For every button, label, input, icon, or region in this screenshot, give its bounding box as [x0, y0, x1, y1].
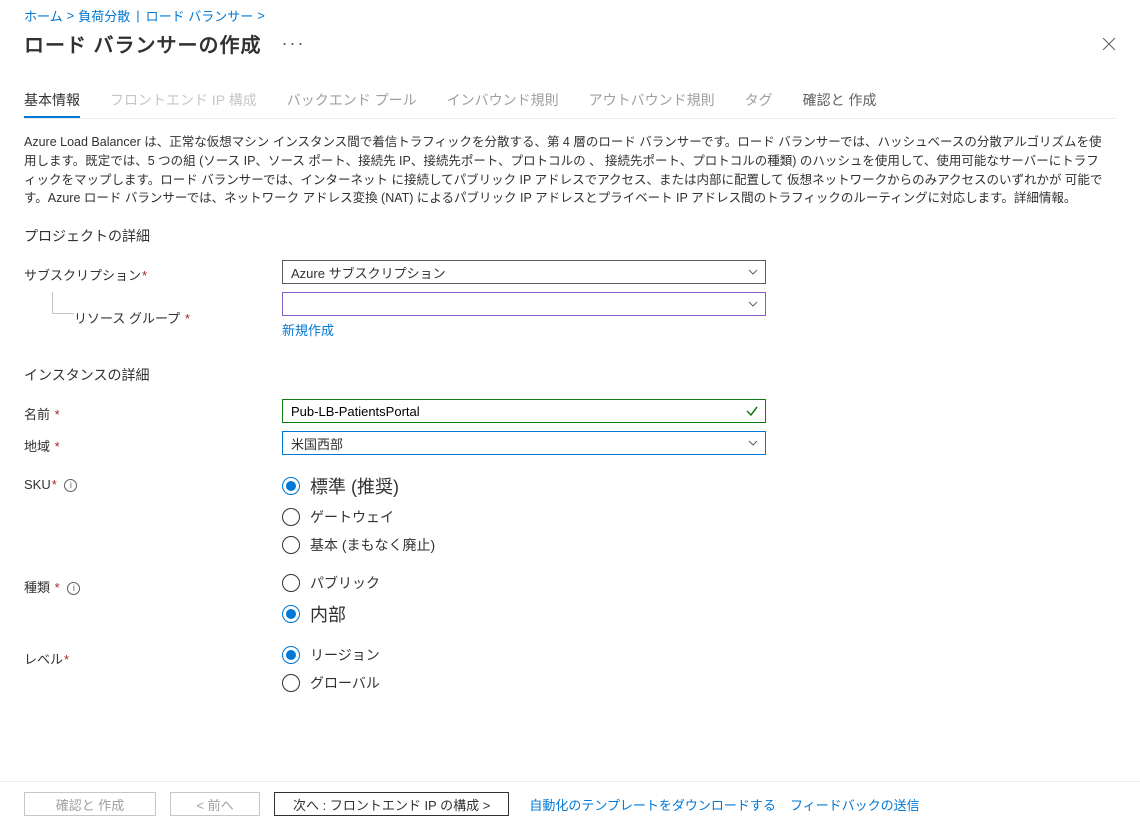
label-tier: レベル* — [24, 645, 282, 668]
tree-connector-icon — [52, 292, 74, 314]
label-region: 地域 * — [24, 432, 282, 455]
chevron-down-icon — [747, 266, 759, 278]
previous-button[interactable]: < 前へ — [170, 792, 260, 816]
label-resource-group: リソース グループ * — [24, 304, 282, 327]
type-option-public[interactable]: パブリック — [282, 573, 766, 593]
sku-option-gateway[interactable]: ゲートウェイ — [282, 507, 766, 527]
page-title: ロード バランサーの作成 — [24, 29, 262, 58]
label-type: 種類 * i — [24, 573, 282, 596]
breadcrumb: ホーム > 負荷分散 | ロード バランサー > — [24, 6, 1116, 25]
next-button[interactable]: 次へ : フロントエンド IP の構成 > — [274, 792, 509, 816]
info-icon[interactable]: i — [64, 479, 77, 492]
sku-radio-group: 標準 (推奨) ゲートウェイ 基本 (まもなく廃止) — [282, 473, 766, 555]
wizard-footer: 確認と 作成 < 前へ 次へ : フロントエンド IP の構成 > 自動化のテン… — [0, 781, 1140, 826]
close-button[interactable] — [1102, 37, 1116, 51]
description-text: Azure Load Balancer は、正常な仮想マシン インスタンス間で着… — [24, 133, 1104, 208]
download-template-link[interactable]: 自動化のテンプレートをダウンロードする — [529, 795, 776, 814]
more-actions-button[interactable]: ··· — [282, 33, 306, 54]
sku-option-basic[interactable]: 基本 (まもなく廃止) — [282, 535, 766, 555]
create-new-resource-group-link[interactable]: 新規作成 — [282, 323, 334, 338]
wizard-tabs: 基本情報 フロントエンド IP 構成 バックエンド プール インバウンド規則 ア… — [24, 84, 1116, 119]
breadcrumb-home[interactable]: ホーム — [24, 6, 63, 25]
type-option-internal[interactable]: 内部 — [282, 601, 766, 627]
name-input-wrapper — [282, 399, 766, 423]
tab-tags[interactable]: タグ — [745, 84, 773, 118]
breadcrumb-load-balancing[interactable]: 負荷分散 — [78, 6, 130, 25]
chevron-right-icon: > — [257, 8, 265, 23]
info-icon[interactable]: i — [67, 582, 80, 595]
chevron-down-icon — [747, 298, 759, 310]
check-icon — [745, 404, 759, 418]
type-radio-group: パブリック 内部 — [282, 573, 766, 627]
tab-backend-pools[interactable]: バックエンド プール — [287, 84, 417, 118]
chevron-right-icon: > — [67, 8, 75, 23]
tab-outbound-rules[interactable]: アウトバウンド規則 — [589, 84, 715, 118]
chevron-down-icon — [747, 437, 759, 449]
tier-option-global[interactable]: グローバル — [282, 673, 766, 693]
tab-frontend-ip[interactable]: フロントエンド IP 構成 — [110, 84, 257, 118]
tab-review-create[interactable]: 確認と 作成 — [803, 84, 877, 118]
section-instance-details: インスタンスの詳細 — [24, 365, 1116, 385]
separator-bar: | — [136, 8, 139, 23]
resource-group-select[interactable] — [282, 292, 766, 316]
region-select[interactable]: 米国西部 — [282, 431, 766, 455]
label-subscription: サブスクリプション* — [24, 261, 282, 284]
subscription-select[interactable]: Azure サブスクリプション — [282, 260, 766, 284]
tab-basics[interactable]: 基本情報 — [24, 84, 80, 118]
sku-option-standard[interactable]: 標準 (推奨) — [282, 473, 766, 499]
label-name: 名前 * — [24, 400, 282, 423]
section-project-details: プロジェクトの詳細 — [24, 226, 1116, 246]
tab-inbound-rules[interactable]: インバウンド規則 — [447, 84, 559, 118]
label-sku: SKU* i — [24, 473, 282, 492]
breadcrumb-load-balancers[interactable]: ロード バランサー — [146, 6, 254, 25]
review-create-button[interactable]: 確認と 作成 — [24, 792, 156, 816]
tier-option-regional[interactable]: リージョン — [282, 645, 766, 665]
tier-radio-group: リージョン グローバル — [282, 645, 766, 693]
send-feedback-link[interactable]: フィードバックの送信 — [790, 795, 920, 814]
name-input[interactable] — [291, 404, 739, 419]
